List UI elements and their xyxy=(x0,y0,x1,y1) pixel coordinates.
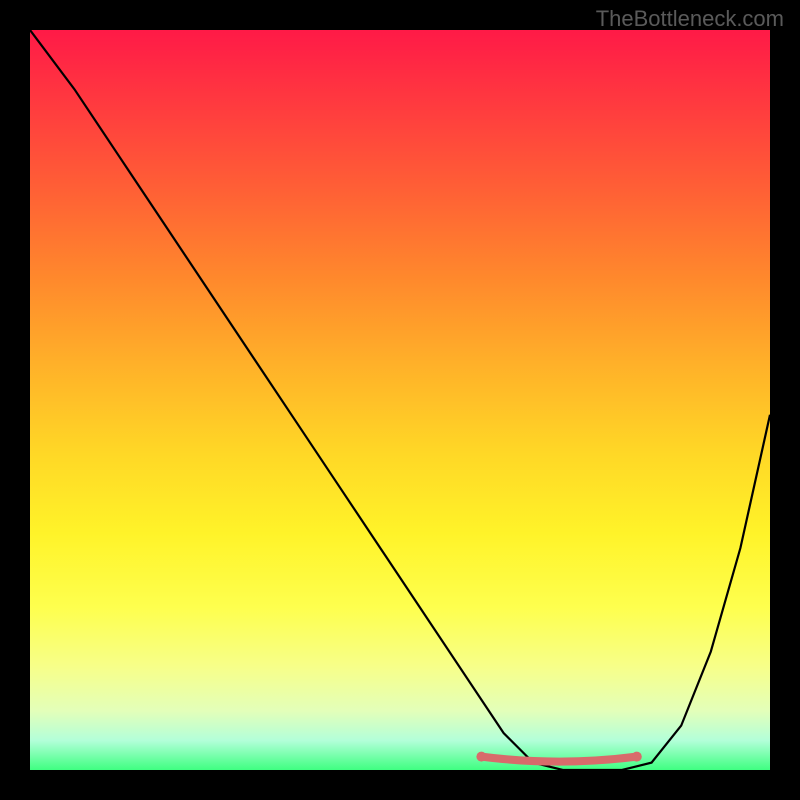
plot-area xyxy=(30,30,770,770)
highlight-dot-right xyxy=(632,752,642,762)
attribution-text: TheBottleneck.com xyxy=(596,6,784,32)
highlight-dot-left xyxy=(476,752,486,762)
chart-svg xyxy=(30,30,770,770)
flat-region-highlight xyxy=(481,757,636,762)
bottleneck-curve-line xyxy=(30,30,770,770)
